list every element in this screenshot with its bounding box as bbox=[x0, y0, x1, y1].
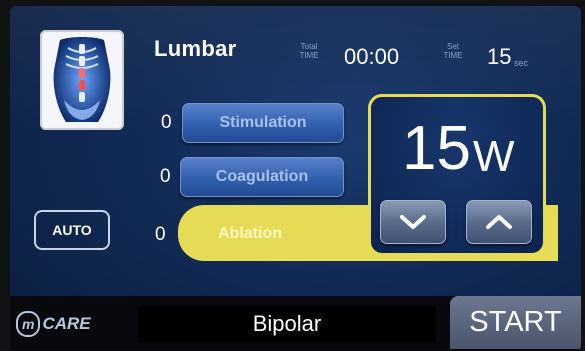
power-down-button[interactable] bbox=[380, 200, 446, 244]
chevron-down-icon bbox=[400, 215, 426, 229]
total-time-label: Total TIME bbox=[296, 42, 322, 60]
start-button[interactable]: START bbox=[450, 296, 581, 349]
total-time-label-line2: TIME bbox=[299, 51, 319, 60]
logo-text: CARE bbox=[42, 314, 91, 333]
brand-logo: m CARE bbox=[16, 311, 91, 337]
logo-mark: m bbox=[16, 311, 41, 337]
device-screen: Lumbar Total TIME 00:00 Set TIME 15 sec … bbox=[10, 6, 581, 351]
stimulation-count: 0 bbox=[161, 112, 172, 133]
ablation-count: 0 bbox=[155, 224, 166, 245]
set-time-value: 15 bbox=[487, 44, 512, 69]
total-time-label-line1: Total bbox=[300, 42, 318, 51]
mode-display: Bipolar bbox=[138, 306, 436, 342]
set-time-label: Set TIME bbox=[440, 42, 466, 60]
coagulation-count: 0 bbox=[160, 166, 171, 187]
coagulation-button[interactable]: Coagulation bbox=[180, 157, 344, 197]
set-time-label-line1: Set bbox=[446, 42, 459, 51]
power-unit: W bbox=[473, 132, 515, 181]
region-title: Lumbar bbox=[154, 36, 237, 61]
power-up-button[interactable] bbox=[466, 200, 532, 244]
power-value: 15 bbox=[402, 114, 471, 183]
total-time-value: 00:00 bbox=[344, 44, 400, 69]
region-thumbnail bbox=[40, 30, 124, 130]
set-time-label-line2: TIME bbox=[443, 51, 463, 60]
ablation-button[interactable]: Ablation bbox=[192, 225, 308, 243]
stimulation-button[interactable]: Stimulation bbox=[182, 103, 344, 143]
spine-xray-icon bbox=[44, 34, 120, 126]
chevron-up-icon bbox=[486, 215, 512, 229]
set-time-unit: sec bbox=[514, 58, 529, 68]
auto-button[interactable]: AUTO bbox=[34, 210, 110, 250]
